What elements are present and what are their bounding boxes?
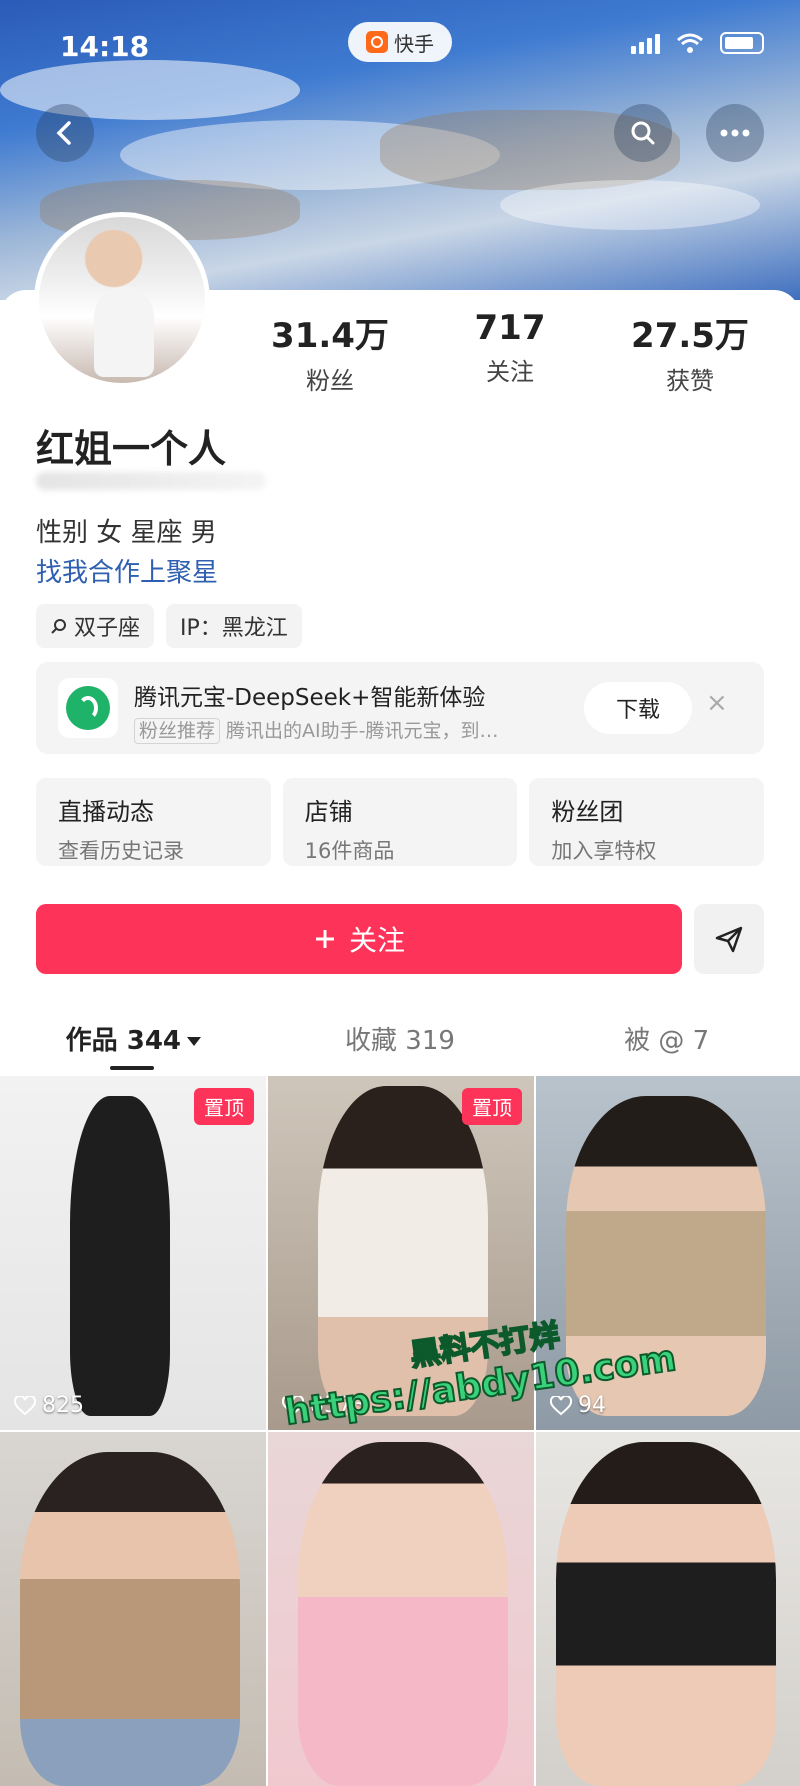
blurred-id-line xyxy=(36,472,266,490)
zodiac-icon xyxy=(51,619,66,634)
tab-mentions-label: 被 @ 7 xyxy=(624,1026,710,1056)
stat-fans-value: 31.4万 xyxy=(271,316,389,356)
kuaishou-logo-icon xyxy=(366,31,388,53)
stat-likes-label: 获赞 xyxy=(666,367,714,395)
more-dots-icon xyxy=(720,129,750,137)
send-icon xyxy=(715,926,743,953)
follow-button[interactable]: 关注 xyxy=(36,904,682,974)
entry-fan-club-sub: 加入享特权 xyxy=(551,839,657,863)
entry-shop-title: 店铺 xyxy=(304,798,353,826)
stat-following-value: 717 xyxy=(474,308,546,348)
tag-ip-label: IP：黑龙江 xyxy=(180,616,288,641)
plus-icon xyxy=(315,930,334,948)
like-count-value: 94 xyxy=(578,1393,606,1418)
heart-icon xyxy=(14,1395,36,1415)
pinned-badge: 置顶 xyxy=(194,1088,254,1125)
profile-stats: 31.4万 粉丝 717 关注 27.5万 获赞 xyxy=(240,308,780,396)
stat-following-label: 关注 xyxy=(486,358,534,386)
status-time: 14:18 xyxy=(60,30,150,63)
profile-entries: 直播动态 查看历史记录 店铺 16件商品 粉丝团 加入享特权 xyxy=(36,778,765,866)
video-thumbnail xyxy=(556,1442,776,1786)
tag-zodiac: 双子座 xyxy=(36,604,155,648)
video-card[interactable] xyxy=(268,1432,534,1786)
heart-icon xyxy=(550,1395,572,1415)
like-count-value: 825 xyxy=(42,1393,84,1418)
ad-subtitle-text: 腾讯出的AI助手-腾讯元宝，到… xyxy=(226,720,499,742)
stat-following[interactable]: 717 关注 xyxy=(420,308,600,396)
stat-likes-value: 27.5万 xyxy=(631,316,749,356)
like-count: 825 xyxy=(14,1393,84,1418)
tab-favorites[interactable]: 收藏 319 xyxy=(267,1020,534,1076)
pinned-badge: 置顶 xyxy=(462,1088,522,1125)
tab-favorites-label: 收藏 319 xyxy=(345,1026,455,1056)
entry-live-title: 直播动态 xyxy=(58,798,154,826)
avatar-image xyxy=(39,217,205,383)
share-button[interactable] xyxy=(694,904,764,974)
profile-bio: 性别 女 星座 男 xyxy=(36,518,217,548)
follow-label: 关注 xyxy=(348,924,405,957)
stat-likes[interactable]: 27.5万 获赞 xyxy=(600,308,780,396)
entry-shop[interactable]: 店铺 16件商品 xyxy=(282,778,518,866)
video-thumbnail xyxy=(70,1096,170,1416)
app-badge: 快手 xyxy=(348,22,452,62)
entry-fan-club-title: 粉丝团 xyxy=(551,798,624,826)
entry-shop-sub: 16件商品 xyxy=(304,839,395,863)
signal-icon xyxy=(631,34,660,54)
stat-fans-label: 粉丝 xyxy=(306,367,354,395)
ad-download-button[interactable]: 下载 xyxy=(584,682,692,734)
wifi-icon xyxy=(677,33,703,53)
ad-badge: 粉丝推荐 xyxy=(134,718,221,744)
more-button[interactable] xyxy=(706,104,764,162)
avatar[interactable] xyxy=(34,212,210,388)
ad-close-icon[interactable]: × xyxy=(706,688,728,718)
entry-fan-club[interactable]: 粉丝团 加入享特权 xyxy=(529,778,765,866)
search-button[interactable] xyxy=(614,104,672,162)
ad-banner[interactable]: 腾讯元宝-DeepSeek+智能新体验 粉丝推荐 腾讯出的AI助手-腾讯元宝，到…… xyxy=(36,662,764,754)
caret-down-icon xyxy=(187,1037,201,1046)
chevron-left-icon xyxy=(56,121,71,145)
entry-live[interactable]: 直播动态 查看历史记录 xyxy=(36,778,271,866)
search-icon xyxy=(631,121,655,145)
ad-subtitle: 粉丝推荐 腾讯出的AI助手-腾讯元宝，到… xyxy=(134,716,499,744)
yuanbao-logo-icon xyxy=(58,678,118,738)
like-count: 94 xyxy=(550,1393,606,1418)
video-card[interactable]: 置顶 825 xyxy=(0,1076,266,1430)
entry-live-sub: 查看历史记录 xyxy=(58,839,184,863)
app-name: 快手 xyxy=(394,31,434,56)
back-button[interactable] xyxy=(36,104,94,162)
stat-fans[interactable]: 31.4万 粉丝 xyxy=(240,308,420,396)
video-card[interactable] xyxy=(0,1432,266,1786)
tab-works-label: 作品 344 xyxy=(65,1026,181,1056)
battery-icon xyxy=(720,32,764,54)
video-card[interactable] xyxy=(536,1432,800,1786)
content-tabs: 作品 344 收藏 319 被 @ 7 xyxy=(0,1020,800,1076)
profile-tags: 双子座 IP：黑龙江 xyxy=(36,604,302,648)
status-bar: 14:18 快手 xyxy=(0,22,800,68)
tab-mentions[interactable]: 被 @ 7 xyxy=(533,1020,800,1076)
ad-title: 腾讯元宝-DeepSeek+智能新体验 xyxy=(134,685,486,711)
tab-works[interactable]: 作品 344 xyxy=(0,1020,267,1076)
tag-zodiac-label: 双子座 xyxy=(74,616,141,641)
video-thumbnail xyxy=(20,1452,240,1786)
tag-ip: IP：黑龙江 xyxy=(166,604,302,648)
profile-name: 红姐一个人 xyxy=(36,427,227,471)
video-grid: 置顶 825 置顶 8573 94 xyxy=(0,1076,800,1786)
collab-link[interactable]: 找我合作上聚星 xyxy=(36,552,218,589)
video-thumbnail xyxy=(298,1442,508,1786)
